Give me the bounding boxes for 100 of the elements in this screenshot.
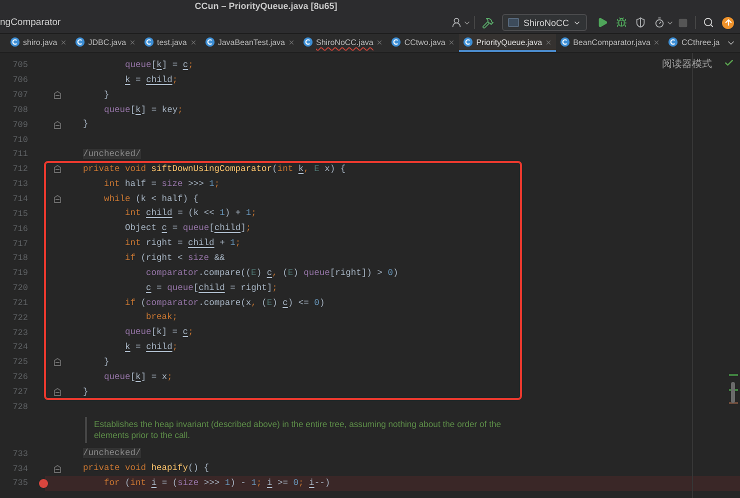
line-number: 719 [12,268,28,278]
fold-marker-icon[interactable] [54,165,61,174]
window-title: CCun – PriorityQueue.java [8u65] [194,1,338,11]
stripe-mark [729,374,738,376]
line-number: 715 [12,208,28,219]
code-line: k = child; [124,341,178,354]
code-line: c = queue[child = right]; [145,282,278,295]
line-number: 722 [12,312,28,323]
code-line: int right = child + 1; [124,237,241,250]
line-number: 725 [12,357,28,368]
code-line: break; [145,311,178,324]
user-icon[interactable] [451,17,462,28]
scrollbar-thumb[interactable] [731,382,735,403]
line-number: 714 [12,194,28,204]
code-line: for (int i = (size >>> 1) - 1; i >= 0; i--) [103,476,330,490]
code-line: if (right < size && [124,252,225,265]
line-number: 708 [12,104,28,115]
code-line: k = child; [124,74,178,87]
line-number: 726 [12,372,28,382]
check-icon [724,58,734,68]
fold-marker-icon[interactable] [54,195,61,204]
line-number: 717 [12,238,28,249]
reader-mode-link[interactable]: 阅读器模式 [662,57,712,71]
code-line: } [103,88,110,102]
class-file-icon [303,37,313,47]
editor-tab[interactable]: PriorityQueue.java [459,34,556,52]
editor-tab[interactable]: CCthree.ja [664,34,724,52]
code-line: } [82,386,88,399]
close-icon[interactable] [190,38,197,46]
stop-icon[interactable] [678,18,688,28]
editor-tab[interactable]: BeanComparator.java [556,34,664,52]
line-number: 721 [12,298,28,308]
editor-tab[interactable]: CCtwo.java [387,34,460,52]
code-line: queue[k] = x; [103,370,172,384]
breakpoint-icon[interactable] [39,478,48,488]
line-number: 727 [12,386,28,397]
editor-tab[interactable]: JDBC.java [71,34,140,52]
class-file-icon [204,37,215,47]
class-file-icon [560,37,570,47]
close-icon[interactable] [448,38,456,46]
code-line: Object c = queue[child]; [124,222,252,236]
timer-icon[interactable] [654,17,665,28]
fold-marker-icon[interactable] [54,120,61,129]
class-file-icon [10,37,20,47]
line-number: 713 [12,179,28,190]
line-number: 733 [12,448,28,459]
shield-icon[interactable] [635,17,646,28]
line-number: 716 [12,224,28,234]
close-icon[interactable] [60,38,68,46]
line-number: 711 [12,149,28,160]
line-number: 720 [12,283,28,294]
line-number: 707 [12,90,28,100]
code-line: private void heapify() { [82,462,210,476]
breadcrumb[interactable]: ngComparator [0,17,61,28]
class-file-icon [391,37,402,47]
editor-tab[interactable]: ShiroNoCC.java [299,34,388,52]
code-line: if (comparator.compare(x, (E) c) <= 0) [124,296,325,310]
fold-marker-icon[interactable] [54,91,61,100]
code-line: queue[k] = c; [124,326,194,340]
run-icon[interactable] [597,17,608,28]
fold-marker-icon[interactable] [54,388,61,396]
close-icon[interactable] [129,38,136,46]
close-icon[interactable] [545,38,552,46]
close-icon[interactable] [376,38,384,46]
code-line: int half = size >>> 1; [103,178,220,191]
class-file-icon [668,37,678,47]
line-number: 712 [12,164,28,174]
search-icon[interactable] [703,17,714,28]
line-number: 709 [12,120,28,130]
code-line: } [103,356,110,369]
line-number: 706 [12,75,28,86]
class-file-icon [463,37,474,47]
code-line: queue[k] = key; [103,104,183,117]
stripe-mark [729,402,738,404]
fold-marker-icon[interactable] [54,358,61,366]
code-line: int child = (k << 1) + 1; [124,207,256,220]
code-line: while (k < half) { [103,192,199,206]
editor-tab[interactable]: JavaBeanTest.java [200,34,299,52]
line-number: 705 [12,60,28,70]
close-icon[interactable] [288,38,295,46]
code-line: } [82,118,88,132]
editor-tab[interactable]: shiro.java [6,34,72,52]
line-number: 728 [12,402,28,412]
editor-tab[interactable]: test.java [140,34,201,52]
close-icon[interactable] [653,38,660,46]
class-file-icon [75,37,86,47]
bug-icon[interactable] [616,17,627,28]
hammer-icon[interactable] [482,16,494,28]
config-icon [508,18,520,27]
run-config-dropdown[interactable]: ShiroNoCC [502,14,587,31]
update-icon[interactable] [722,16,734,28]
line-number: 735 [12,478,28,488]
code-line: queue[k] = c; [124,59,194,72]
line-number: 723 [12,328,28,338]
line-number: 710 [12,134,28,145]
line-number: 724 [12,342,28,352]
doc-comment: Establishes the heap invariant (described above) in the entire tree, assuming nothing about the order of the elements prior to the call. [85,417,504,444]
class-file-icon [144,37,154,47]
fold-marker-icon[interactable] [54,464,61,473]
line-number: 734 [12,464,28,474]
